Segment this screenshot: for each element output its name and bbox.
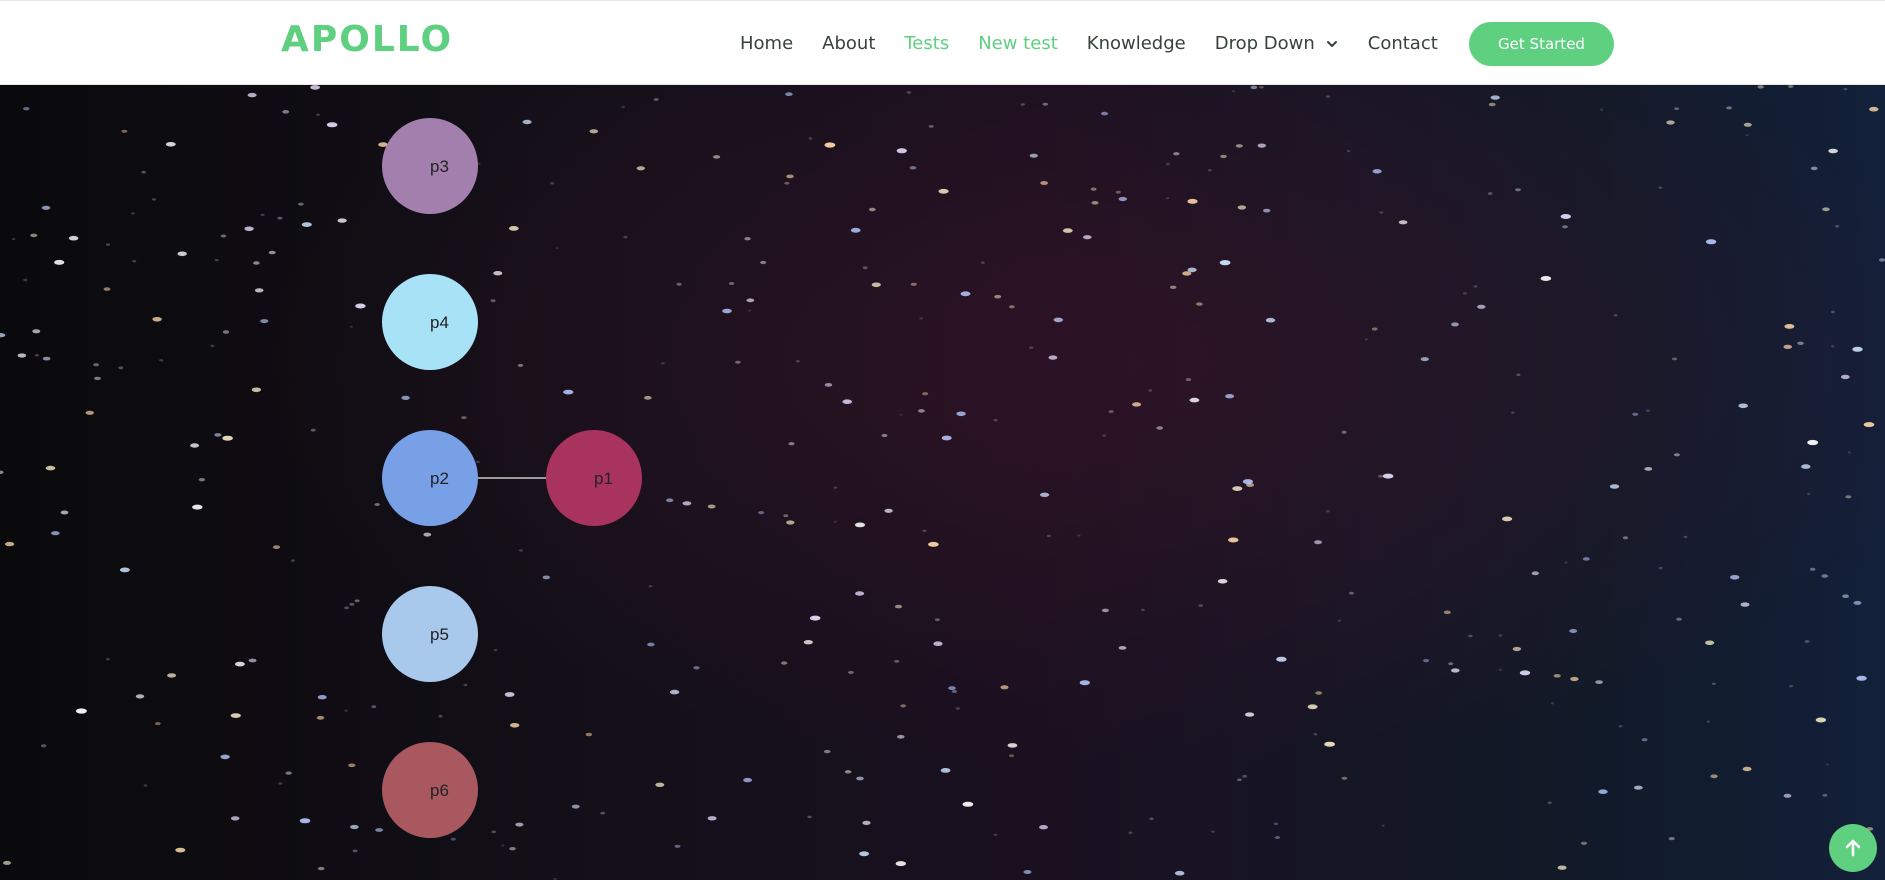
nav-tests[interactable]: Tests [904, 33, 949, 54]
nav-about[interactable]: About [822, 33, 875, 54]
nav-contact[interactable]: Contact [1368, 33, 1438, 54]
node-label: p1 [594, 469, 613, 488]
node-label: p4 [430, 313, 449, 332]
logo[interactable]: APOLLO [281, 19, 453, 60]
get-started-button[interactable]: Get Started [1469, 22, 1614, 66]
node-label: p2 [430, 469, 449, 488]
site-header: APOLLO Home About Tests New test Knowled… [0, 0, 1885, 85]
nav-drop-down[interactable]: Drop Down [1215, 33, 1339, 54]
graph-node-p1[interactable]: p1 [546, 430, 642, 526]
scroll-to-top-button[interactable] [1829, 824, 1877, 872]
node-label: p3 [430, 157, 449, 176]
chevron-down-icon [1326, 40, 1337, 47]
graph-node-p4[interactable]: p4 [382, 274, 478, 370]
main-nav: Home About Tests New test Knowledge Drop… [740, 1, 1467, 86]
arrow-up-icon [1845, 839, 1861, 857]
node-label: p5 [430, 625, 449, 644]
nav-knowledge[interactable]: Knowledge [1087, 33, 1186, 54]
graph-node-p6[interactable]: p6 [382, 742, 478, 838]
nav-home[interactable]: Home [740, 33, 793, 54]
nav-new-test[interactable]: New test [978, 33, 1058, 54]
node-label: p6 [430, 781, 449, 800]
graph-node-p3[interactable]: p3 [382, 118, 478, 214]
graph-node-p2[interactable]: p2 [382, 430, 478, 526]
graph-node-p5[interactable]: p5 [382, 586, 478, 682]
hero-starfield: p3 p4 p2 p1 p5 p6 [0, 85, 1885, 880]
nav-drop-down-label: Drop Down [1214, 33, 1315, 54]
network-graph: p3 p4 p2 p1 p5 p6 [382, 118, 642, 838]
